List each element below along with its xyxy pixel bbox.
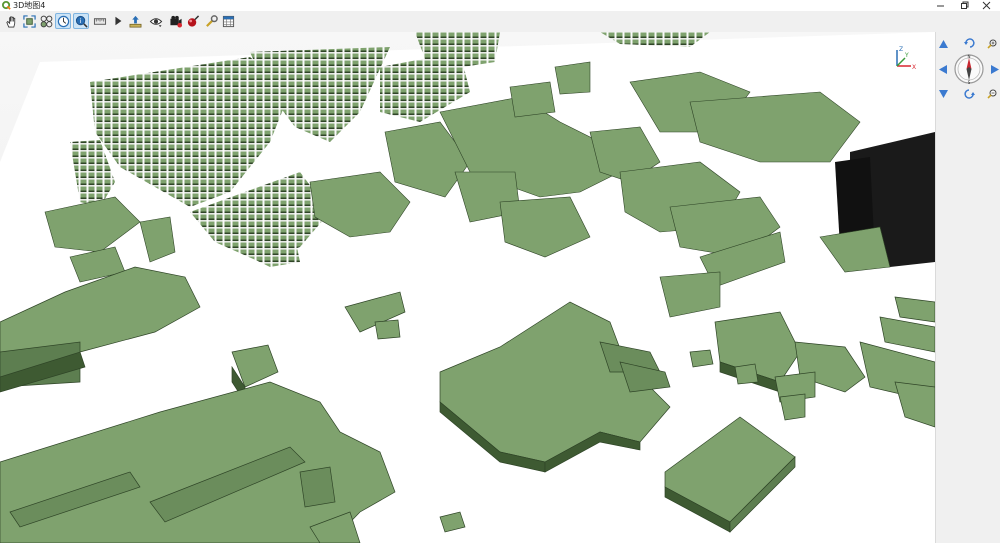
camera-control-button[interactable] <box>168 13 184 29</box>
axis-z-label: Z <box>899 46 903 53</box>
zoom-full-button[interactable] <box>21 13 37 29</box>
identify-button[interactable]: i <box>73 13 89 29</box>
compass-south-label: S <box>968 80 971 85</box>
triangle-right-icon <box>991 64 999 74</box>
animation-play-icon <box>115 16 122 26</box>
axis-gizmo: X Z Y <box>896 46 916 71</box>
view-options-icon <box>149 17 163 27</box>
svg-text:i: i <box>79 16 81 24</box>
zoom-full-icon <box>22 14 36 28</box>
title-bar: 3D地图4 <box>0 0 1000 11</box>
configure-button[interactable] <box>203 13 219 29</box>
rotate-cw-button[interactable] <box>962 88 976 100</box>
measure-line-button[interactable] <box>92 13 108 29</box>
rotate-ccw-icon <box>963 38 975 48</box>
city-scene <box>0 32 935 543</box>
identify-icon: i <box>75 15 88 28</box>
effects-icon <box>187 14 200 27</box>
camera-control-icon <box>170 15 183 28</box>
close-button[interactable] <box>972 0 1000 11</box>
effects-button[interactable] <box>185 13 201 29</box>
export-button[interactable] <box>127 13 143 29</box>
measure-line-icon <box>93 17 107 25</box>
triangle-up-icon <box>938 40 948 48</box>
minimize-icon <box>936 5 944 7</box>
qgis-logo-icon <box>2 1 11 10</box>
close-icon <box>982 1 990 10</box>
axis-y-label: Y <box>904 52 909 59</box>
move-left-button[interactable] <box>937 63 949 75</box>
configure-icon <box>205 14 218 27</box>
zoom-out-icon <box>987 89 997 99</box>
map-themes-icon <box>222 15 234 27</box>
pan-tool-button[interactable] <box>3 13 19 29</box>
toolbar: i <box>0 11 1000 33</box>
triangle-down-icon <box>938 90 948 98</box>
compass-rose[interactable]: N S <box>952 52 986 86</box>
tilt-up-button[interactable] <box>937 38 949 50</box>
navigation-panel: N S <box>935 32 1000 543</box>
view-options-button[interactable] <box>148 13 164 29</box>
rotate-cw-icon <box>963 89 975 99</box>
compass-north-label: N <box>968 54 971 59</box>
camera-orbit-icon <box>57 15 69 27</box>
pan-hand-icon <box>5 15 15 27</box>
restore-icon <box>960 1 968 9</box>
axis-x-label: X <box>912 64 916 71</box>
window-title: 3D地图4 <box>13 1 46 10</box>
camera-orbit-button[interactable] <box>55 13 71 29</box>
move-right-button[interactable] <box>989 63 1000 75</box>
compass-icon: N S <box>954 54 984 85</box>
zoom-in-icon <box>987 39 997 49</box>
zoom-out-button[interactable] <box>986 88 998 100</box>
zoom-selected-button[interactable] <box>38 13 54 29</box>
export-icon <box>129 15 141 27</box>
animation-play-button[interactable] <box>110 13 126 29</box>
map-themes-button[interactable] <box>220 13 236 29</box>
triangle-left-icon <box>939 64 947 74</box>
rotate-ccw-button[interactable] <box>962 37 976 49</box>
zoom-selected-icon <box>40 15 52 27</box>
zoom-in-button[interactable] <box>986 38 998 50</box>
3d-map-canvas[interactable]: X Z Y <box>0 32 935 543</box>
tilt-down-button[interactable] <box>937 88 949 100</box>
